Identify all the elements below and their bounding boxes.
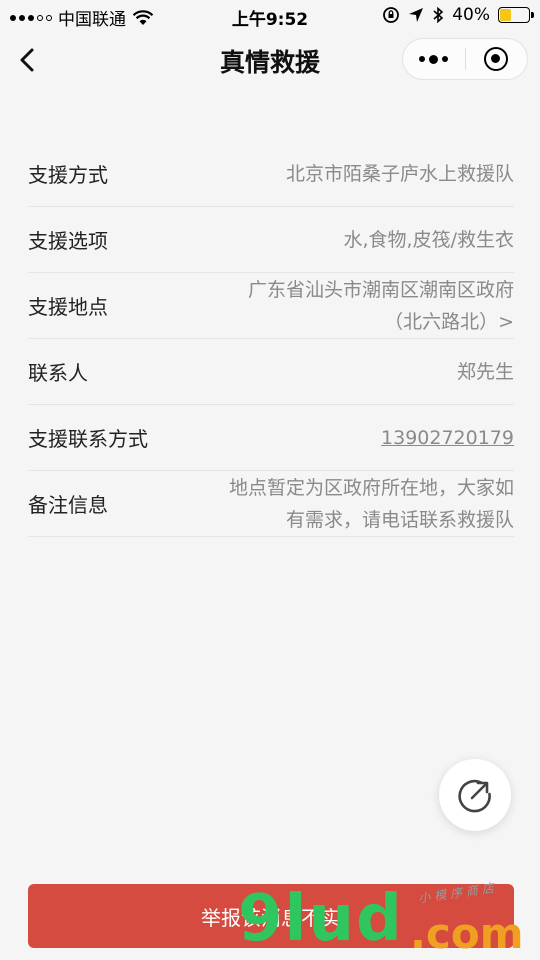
close-target-icon bbox=[484, 47, 509, 71]
nav-bar: 真情救援 bbox=[0, 32, 540, 88]
orientation-lock-icon bbox=[383, 7, 400, 23]
info-row-contact: 联系人 郑先生 bbox=[28, 339, 514, 405]
status-bar: 中国联通 上午9:52 40% bbox=[0, 0, 540, 32]
battery-icon bbox=[498, 7, 534, 23]
info-value: 郑先生 bbox=[456, 360, 514, 383]
info-label: 支援联系方式 bbox=[28, 427, 148, 451]
info-value: 北京市陌桑子庐水上救援队 bbox=[285, 162, 514, 185]
back-button[interactable] bbox=[12, 42, 48, 78]
info-row-contact-phone: 支援联系方式 13902720179 bbox=[28, 405, 514, 471]
info-label: 支援地点 bbox=[28, 295, 108, 319]
remarks-line-1: 地点暂定为区政府所在地，大家如 bbox=[228, 476, 514, 499]
report-button[interactable]: 举报该消息不实 bbox=[28, 884, 514, 948]
info-label: 联系人 bbox=[28, 361, 88, 385]
info-label: 支援方式 bbox=[28, 163, 108, 187]
info-value: 水,食物,皮筏/救生衣 bbox=[343, 228, 514, 251]
info-label: 备注信息 bbox=[28, 493, 108, 517]
info-row-support-options: 支援选项 水,食物,皮筏/救生衣 bbox=[28, 207, 514, 273]
share-button[interactable] bbox=[439, 759, 511, 831]
location-arrow-icon bbox=[409, 8, 424, 22]
close-mini-program-button[interactable] bbox=[466, 39, 528, 79]
mini-program-capsule bbox=[402, 38, 528, 80]
phone-link[interactable]: 13902720179 bbox=[381, 422, 514, 454]
chevron-left-icon bbox=[20, 48, 34, 72]
share-icon bbox=[458, 779, 491, 813]
screen: 中国联通 上午9:52 40% 真情救援 支援方式 北京市陌桑子庐水上救援队 支… bbox=[0, 0, 540, 960]
info-row-support-location[interactable]: 支援地点 广东省汕头市潮南区潮南区政府 （北六路北）> bbox=[28, 273, 514, 339]
bluetooth-icon bbox=[433, 6, 444, 24]
info-label: 支援选项 bbox=[28, 229, 108, 253]
status-right: 40% bbox=[382, 5, 534, 25]
info-row-remarks: 备注信息 地点暂定为区政府所在地，大家如 有需求，请电话联系救援队 bbox=[28, 471, 514, 537]
battery-fill bbox=[500, 9, 512, 21]
battery-percent: 40% bbox=[452, 5, 490, 25]
more-button[interactable] bbox=[403, 39, 465, 79]
remarks-line-2: 有需求，请电话联系救援队 bbox=[285, 508, 514, 531]
info-list: 支援方式 北京市陌桑子庐水上救援队 支援选项 水,食物,皮筏/救生衣 支援地点 … bbox=[28, 141, 514, 537]
info-value: 广东省汕头市潮南区潮南区政府 （北六路北）> bbox=[248, 274, 514, 338]
more-dots-icon bbox=[419, 54, 449, 64]
info-value: 地点暂定为区政府所在地，大家如 有需求，请电话联系救援队 bbox=[229, 472, 514, 536]
info-row-support-method: 支援方式 北京市陌桑子庐水上救援队 bbox=[28, 141, 514, 207]
location-line-2: （北六路北）> bbox=[384, 310, 514, 333]
location-line-1: 广东省汕头市潮南区潮南区政府 bbox=[247, 278, 514, 301]
